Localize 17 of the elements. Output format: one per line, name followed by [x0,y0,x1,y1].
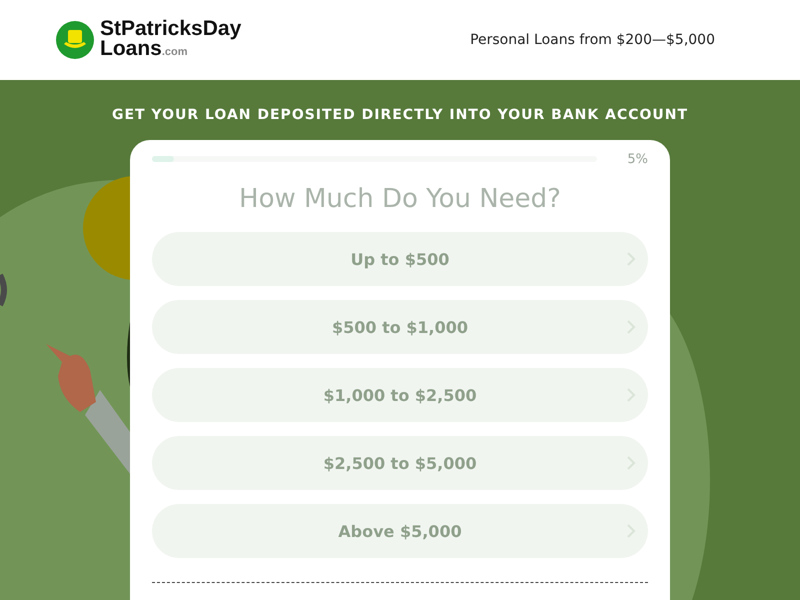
amount-option-button[interactable]: Up to $500 [152,232,648,286]
chevron-right-icon [626,455,636,471]
chevron-right-icon [626,387,636,403]
question-title: How Much Do You Need? [238,184,562,214]
header-tagline: Personal Loans from $200—$5,000 [470,32,715,48]
logo-wordmark: StPatricksDay [100,18,242,38]
amount-option-button[interactable]: $1,000 to $2,500 [152,368,648,422]
amount-option-button[interactable]: $500 to $1,000 [152,300,648,354]
amount-option-button[interactable]: Above $5,000 [152,504,648,558]
top-hat-logo-icon [55,20,95,60]
chevron-right-icon [626,319,636,335]
amount-option-button[interactable]: $2,500 to $5,000 [152,436,648,490]
chevron-right-icon [626,523,636,539]
progress-percent: 5% [627,152,648,166]
logo-domain: Loans.com [100,38,188,62]
chevron-right-icon [626,251,636,267]
banner-heading: GET YOUR LOAN DEPOSITED DIRECTLY INTO YOUR BANK ACCOUNT [112,107,688,123]
